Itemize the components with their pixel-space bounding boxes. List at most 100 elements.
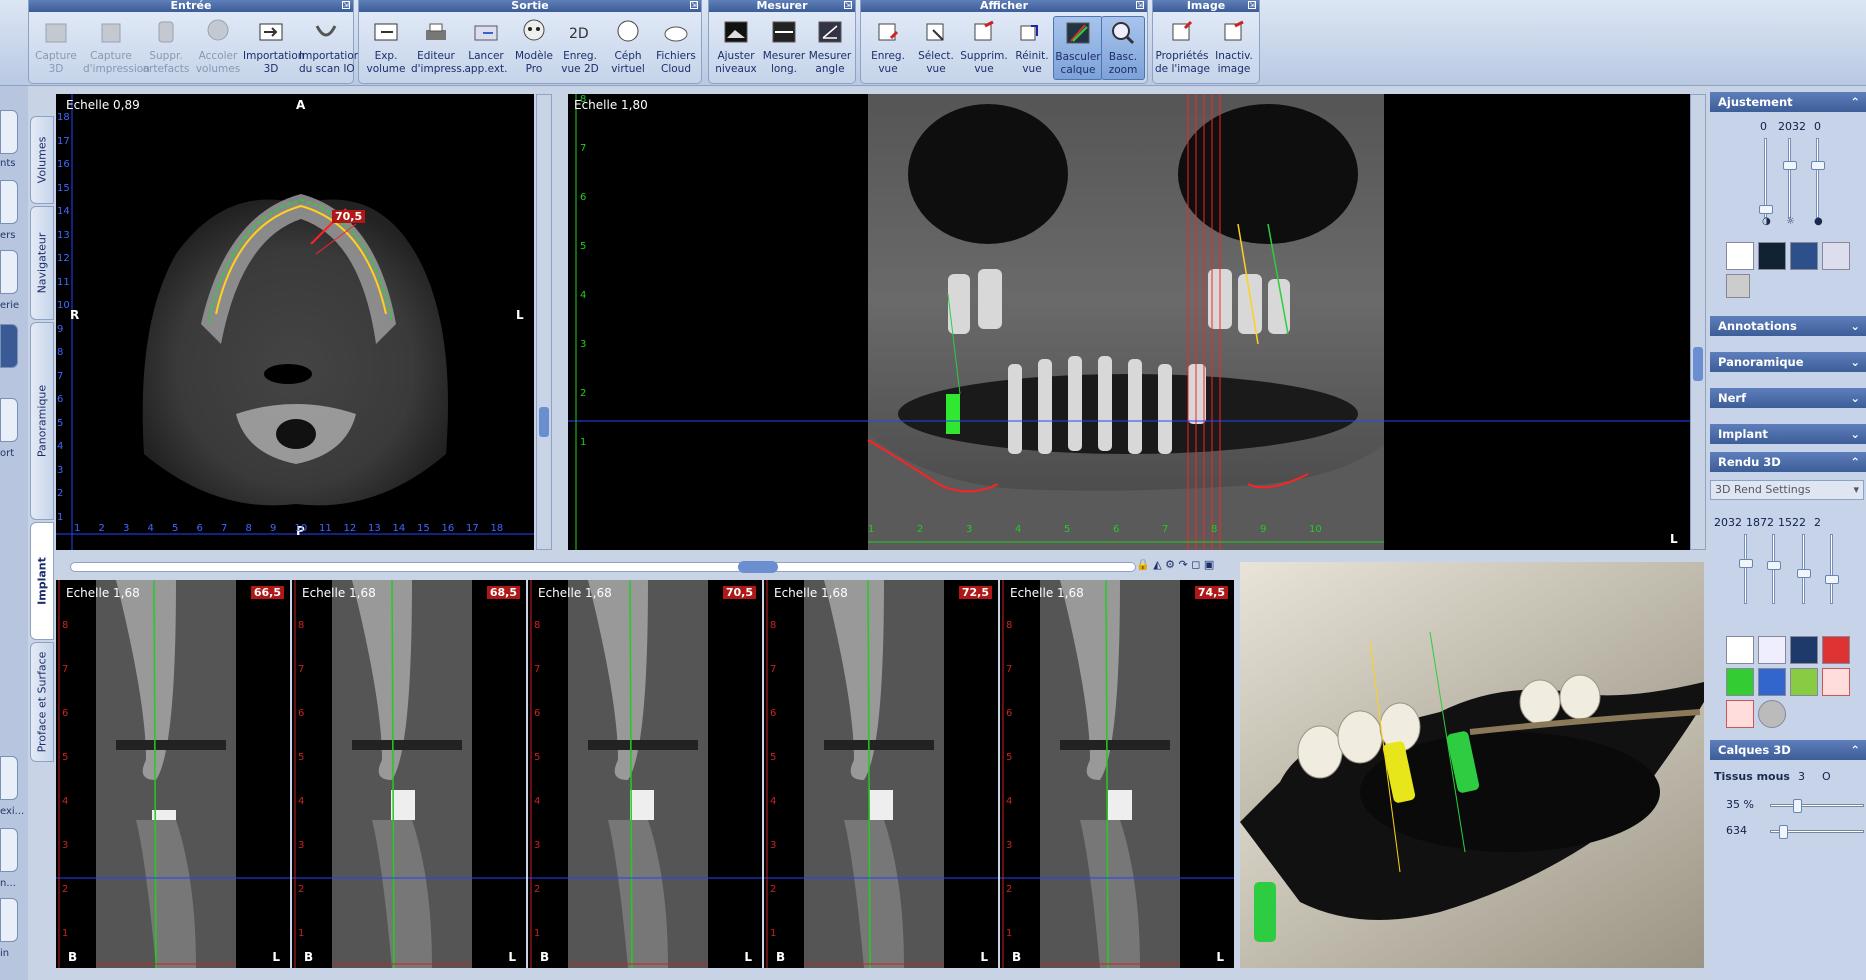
- render-slider-4[interactable]: [1825, 534, 1839, 604]
- axial-scale-label: Echelle 0,89: [66, 98, 140, 112]
- annotations-header[interactable]: Annotations ⌄: [1710, 316, 1866, 336]
- export-volume-button[interactable]: Exp. volume: [361, 16, 411, 80]
- left-nav-button-3[interactable]: [0, 250, 18, 294]
- lock-icon[interactable]: [1726, 274, 1750, 298]
- left-nav-button-5[interactable]: [0, 398, 18, 442]
- tab-panoramique[interactable]: Panoramique: [30, 322, 54, 520]
- tab-volumes[interactable]: Volumes: [30, 116, 54, 204]
- tissue-option-2[interactable]: O: [1822, 770, 1831, 783]
- ruler-tick-label: 4: [147, 523, 154, 534]
- capture-3d-button[interactable]: Capture 3D: [31, 16, 81, 80]
- tab-navigateur[interactable]: Navigateur: [30, 206, 54, 320]
- left-nav-button-8[interactable]: [0, 898, 18, 942]
- multi-plane-icon[interactable]: [1790, 668, 1818, 696]
- import-3d-button[interactable]: Importation 3D: [243, 16, 304, 80]
- opacity-slider[interactable]: [1770, 799, 1864, 813]
- inactivate-image-icon: [1224, 20, 1244, 41]
- cross-section-scale: Echelle 1,68: [538, 586, 612, 600]
- level-slider-2[interactable]: [1783, 138, 1797, 218]
- left-nav-button-2[interactable]: [0, 180, 18, 224]
- launch-external-app-button[interactable]: Lancer app.ext.: [461, 16, 511, 80]
- select-view-button[interactable]: Sélect. vue: [911, 16, 961, 80]
- panoramic-view[interactable]: Echelle 1,80 L 87654321 1 2 3 4 5 6 7 8 9 10: [568, 94, 1690, 550]
- render-mode-1-icon[interactable]: [1726, 636, 1754, 664]
- level-slider-3[interactable]: [1811, 138, 1825, 218]
- model-pro-button[interactable]: Modèle Pro: [509, 16, 559, 80]
- print-editor-button[interactable]: Editeur d'impress.: [411, 16, 465, 80]
- render-slider-3[interactable]: [1797, 534, 1811, 604]
- image-properties-button[interactable]: Propriétés de l'image: [1155, 16, 1210, 80]
- left-nav-button-4[interactable]: [0, 324, 18, 368]
- calques-3d-header[interactable]: Calques 3D ⌃: [1710, 740, 1866, 760]
- left-nav-button-6[interactable]: [0, 756, 18, 800]
- pano-scrollbar-thumb[interactable]: [1693, 347, 1703, 381]
- remove-artifacts-button[interactable]: Suppr. artefacts: [141, 16, 191, 80]
- implant-header[interactable]: Implant ⌄: [1710, 424, 1866, 444]
- cross-section-panel[interactable]: Echelle 1,68 70,5 B L 8 7 6 5 4 3 2 1: [528, 580, 762, 968]
- green-plane-icon[interactable]: [1726, 668, 1754, 696]
- cross-section-panel[interactable]: Echelle 1,68 72,5 B L 8 7 6 5 4 3 2 1: [764, 580, 998, 968]
- skull-dark-mode-icon[interactable]: [1790, 242, 1818, 270]
- tab-implant[interactable]: Implant: [30, 522, 54, 640]
- cross-section-panel[interactable]: Echelle 1,68 68,5 B L 8 7 6 5 4 3 2 1: [292, 580, 526, 968]
- axial-view[interactable]: Echelle 0,89 A P R L 70,5 18 17 16 15 14 13 12…: [56, 94, 534, 550]
- cross-section-panel[interactable]: Echelle 1,68 74,5 B L 8 7 6 5 4 3 2 1: [1000, 580, 1234, 968]
- nerf-header[interactable]: Nerf ⌄: [1710, 388, 1866, 408]
- ruler-tick-label: 11: [319, 523, 332, 534]
- ruler-tick-label: 8: [298, 620, 305, 631]
- measure-angle-button[interactable]: Mesurer angle: [805, 16, 855, 80]
- adjust-levels-button[interactable]: Ajuster niveaux: [711, 16, 761, 80]
- cross-section-panel[interactable]: Echelle 1,68 66,5 B L 8 7 6 5 4 3 2 1: [56, 580, 290, 968]
- blue-plane-icon[interactable]: [1758, 668, 1786, 696]
- cloud-files-button[interactable]: Fichiers Cloud: [651, 16, 701, 80]
- rendu-3d-header[interactable]: Rendu 3D ⌃: [1710, 452, 1866, 472]
- threshold-slider[interactable]: [1770, 825, 1864, 839]
- render-mode-3-icon[interactable]: [1790, 636, 1818, 664]
- tissue-option-1[interactable]: 3: [1798, 770, 1805, 783]
- cube-red-icon[interactable]: [1822, 668, 1850, 696]
- toggle-layer-button[interactable]: Basculer calque: [1053, 16, 1103, 80]
- sphere-icon[interactable]: [1758, 700, 1786, 728]
- capture-impression-button[interactable]: Capture d'impression: [83, 16, 150, 80]
- join-volumes-button[interactable]: Accoler volumes: [193, 16, 243, 80]
- cross-section-scroll-thumb[interactable]: [738, 561, 778, 573]
- left-nav-button-7[interactable]: [0, 828, 18, 872]
- ruler-tick-label: 14: [57, 206, 70, 217]
- light-icon[interactable]: [1758, 636, 1786, 664]
- measure-length-button[interactable]: Mesurer long.: [759, 16, 809, 80]
- render-slider-2[interactable]: [1767, 534, 1781, 604]
- reset-view-button[interactable]: Réinit. vue: [1007, 16, 1057, 80]
- ruler-tick-label: 3: [770, 840, 777, 851]
- cube-cut-icon[interactable]: [1726, 700, 1754, 728]
- delete-view-button[interactable]: Supprim. vue: [959, 16, 1009, 80]
- save-view-icon: [878, 23, 899, 41]
- ruler-tick-label: 5: [62, 752, 69, 763]
- window-level-value: 2032: [1778, 120, 1806, 133]
- left-nav-button-1[interactable]: [0, 110, 18, 154]
- rotate-mode-icon[interactable]: [1822, 242, 1850, 270]
- toggle-zoom-button[interactable]: Basc. zoom: [1101, 16, 1145, 80]
- cross-section-toolbar-icons[interactable]: 🔒 ◭ ⚙ ↷ ◻ ▣: [1136, 558, 1236, 574]
- 3d-render-view[interactable]: [1240, 562, 1704, 968]
- export-volume-icon: [374, 23, 398, 41]
- virtual-ceph-button[interactable]: Céph virtuel: [603, 16, 653, 80]
- render-preset-select[interactable]: 3D Rend Settings ▾: [1710, 480, 1864, 500]
- save-2d-view-button[interactable]: 2D Enreg. vue 2D: [555, 16, 605, 80]
- skull-mode-icon[interactable]: [1726, 242, 1754, 270]
- cross-section-buccal-label: B: [1012, 950, 1022, 964]
- ruler-tick-label: 3: [298, 840, 305, 851]
- ajustement-header[interactable]: Ajustement ⌃: [1710, 92, 1866, 112]
- lines-mode-icon[interactable]: [1758, 242, 1786, 270]
- import-scan-io-button[interactable]: Importation du scan IO: [299, 16, 360, 80]
- cross-section-scrollbar[interactable]: [70, 562, 1136, 572]
- level-slider-1[interactable]: [1759, 138, 1773, 218]
- cross-section-position-badge: 66,5: [250, 586, 284, 599]
- axial-scrollbar-thumb[interactable]: [539, 407, 549, 437]
- panoramique-header[interactable]: Panoramique ⌄: [1710, 352, 1866, 372]
- inactivate-image-button[interactable]: Inactiv. image: [1209, 16, 1259, 80]
- red-plane-icon[interactable]: [1822, 636, 1850, 664]
- save-view-button[interactable]: Enreg. vue: [863, 16, 913, 80]
- cross-section-lingual-label: L: [744, 950, 752, 964]
- tab-proface-surface[interactable]: Proface et Surface: [30, 642, 54, 762]
- render-slider-1[interactable]: [1739, 534, 1753, 604]
